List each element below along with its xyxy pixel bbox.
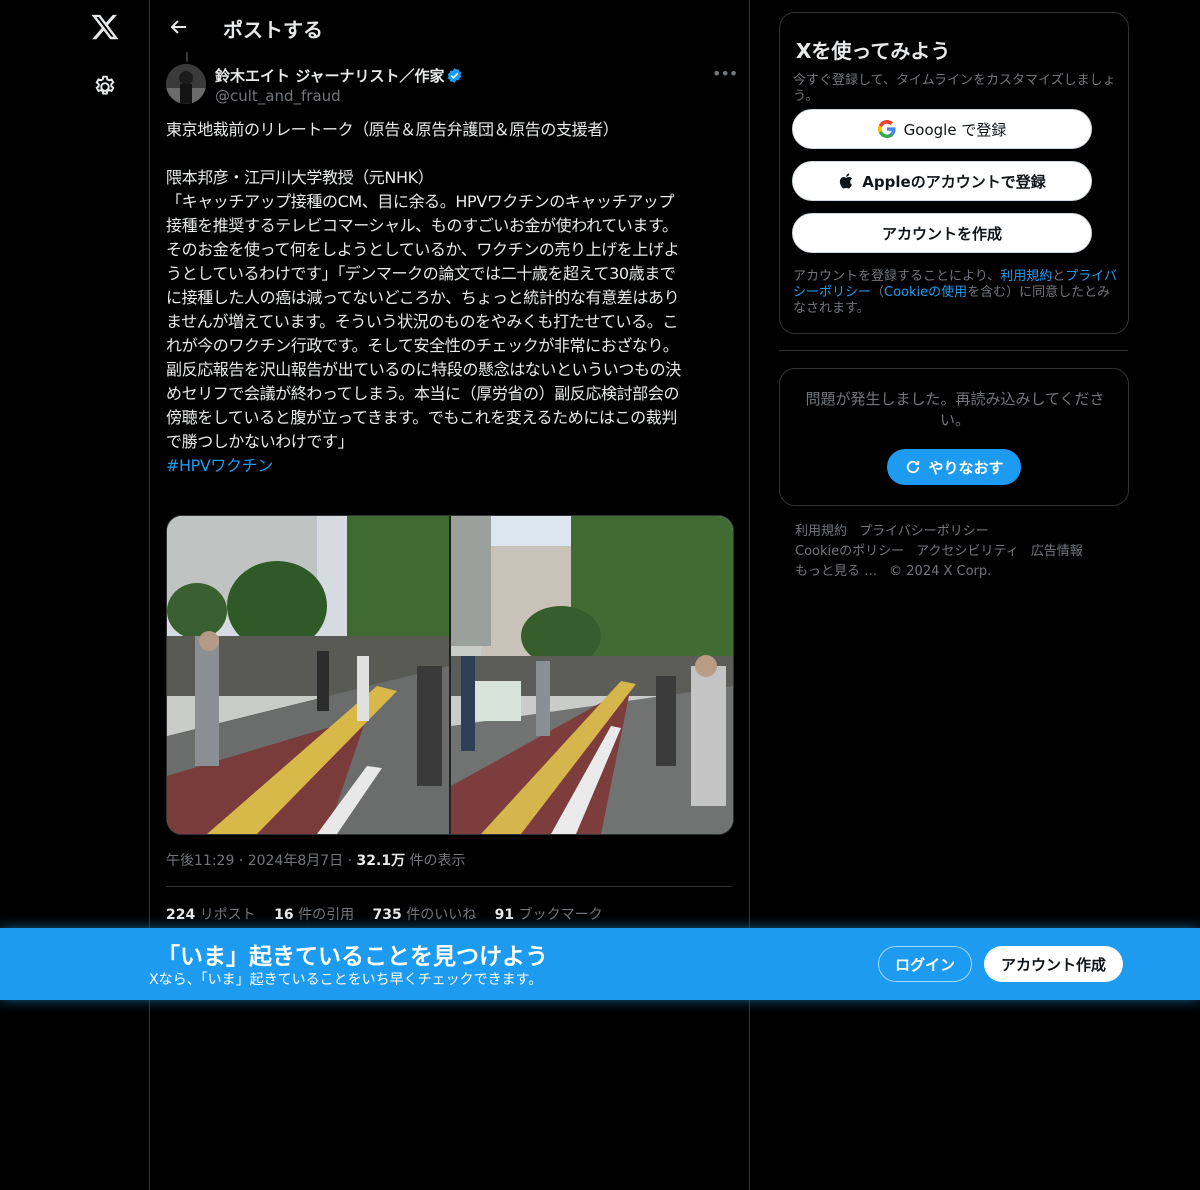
cookie-link[interactable]: Cookieの使用 — [884, 285, 967, 300]
back-arrow-icon[interactable] — [164, 12, 194, 42]
more-options-icon[interactable]: ••• — [712, 64, 738, 86]
retry-label: やりなおす — [928, 458, 1004, 477]
street-photo-1-image — [167, 516, 449, 834]
signup-subtitle: 今すぐ登録して、タイムラインをカスタマイズしましょう。 — [793, 73, 1116, 104]
post-photo-1[interactable] — [167, 516, 449, 834]
signup-title: Xを使ってみよう — [796, 39, 951, 63]
settings-gear-icon[interactable] — [92, 74, 118, 100]
post-meta: 午後11:29 · 2024年8月7日 · 32.1万 件の表示 — [166, 850, 466, 870]
banner-subtitle: Xなら、「いま」起きていることをいち早くチェックできます。 — [149, 972, 543, 988]
quotes-count: 16 — [274, 907, 294, 923]
post-body: 東京地裁前のリレートーク（原告＆原告弁護団＆原告の支援者） 隈本邦彦・江戸川大学… — [166, 120, 681, 451]
meta-dot: · — [347, 853, 357, 869]
apple-icon — [840, 173, 853, 189]
author-name[interactable]: 鈴木エイト ジャーナリスト／作家 — [215, 65, 444, 86]
google-signup-label: Google で登録 — [903, 120, 1007, 139]
author-handle[interactable]: @cult_and_fraud — [215, 87, 341, 105]
views-label: 件の表示 — [409, 853, 466, 869]
likes-count: 735 — [372, 907, 402, 923]
post-date[interactable]: 2024年8月7日 — [248, 853, 343, 869]
bookmarks-label: ブックマーク — [518, 907, 603, 923]
refresh-icon — [907, 460, 920, 474]
signup-banner: 「いま」起きていることを見つけよう Xなら、「いま」起きていることをいち早くチェ… — [0, 928, 1200, 1000]
terms-link[interactable]: 利用規約 — [1000, 269, 1052, 284]
error-message: 問題が発生しました。再読み込みしてください。 — [805, 390, 1105, 429]
x-logo-icon[interactable] — [90, 12, 120, 42]
street-photo-2-image — [451, 516, 733, 834]
footer-ads-link[interactable]: 広告情報 — [1031, 544, 1083, 559]
post-photo-2[interactable] — [451, 516, 733, 834]
avatar-image-icon — [166, 64, 206, 104]
reposts-count: 224 — [166, 907, 196, 923]
likes-stat[interactable]: 735 件のいいね — [373, 907, 477, 923]
quotes-label: 件の引用 — [298, 907, 355, 923]
terms-and: と — [1052, 269, 1066, 284]
bookmarks-count: 91 — [494, 907, 515, 923]
meta-dot: · — [238, 853, 248, 869]
footer-accessibility-link[interactable]: アクセシビリティ — [916, 544, 1019, 559]
create-account-label: アカウントを作成 — [881, 224, 1002, 243]
post-text: 東京地裁前のリレートーク（原告＆原告弁護団＆原告の支援者） 隈本邦彦・江戸川大学… — [166, 118, 732, 478]
signup-terms: アカウントを登録することにより、利用規約とプライバシーポリシー（Cookieの使… — [793, 269, 1118, 317]
left-nav — [0, 0, 150, 1190]
hashtag-link[interactable]: #HPVワクチン — [166, 456, 273, 475]
reposts-label: リポスト — [199, 907, 256, 923]
page-header: ポストする — [150, 0, 749, 54]
sidebar-separator — [779, 350, 1128, 351]
reposts-stat[interactable]: 224 リポスト — [166, 907, 256, 923]
footer-cookie-link[interactable]: Cookieのポリシー — [795, 544, 904, 559]
footer-terms-link[interactable]: 利用規約 — [795, 524, 847, 539]
login-button[interactable]: ログイン — [878, 946, 972, 982]
thread-line — [186, 52, 188, 62]
views-count: 32.1万 — [356, 853, 406, 869]
cookie-open: （ — [871, 285, 885, 300]
banner-create-account-button[interactable]: アカウント作成 — [984, 946, 1123, 982]
quotes-stat[interactable]: 16 件の引用 — [274, 907, 354, 923]
sidebar-footer: 利用規約 プライバシーポリシー Cookieのポリシー アクセシビリティ 広告情報 も… — [795, 522, 1115, 582]
main-column: ポストする 鈴木エイト ジャーナリスト／作家 @cult_and_fraud •… — [149, 0, 750, 1190]
footer-more-link[interactable]: もっと見る … — [795, 564, 877, 579]
signup-panel: Xを使ってみよう 今すぐ登録して、タイムラインをカスタマイズしましょう。 Goo… — [779, 12, 1129, 334]
stats-divider — [166, 886, 732, 887]
google-signup-button[interactable]: Google で登録 — [792, 109, 1092, 149]
banner-title: 「いま」起きていることを見つけよう — [157, 944, 548, 970]
footer-copyright: © 2024 X Corp. — [889, 564, 992, 579]
bookmarks-stat[interactable]: 91 ブックマーク — [495, 907, 603, 923]
post-stats: 224 リポスト 16 件の引用 735 件のいいね 91 ブックマーク — [166, 904, 617, 924]
create-account-button[interactable]: アカウントを作成 — [792, 213, 1092, 253]
post-media — [166, 515, 734, 835]
post-time[interactable]: 午後11:29 — [166, 853, 234, 869]
footer-privacy-link[interactable]: プライバシーポリシー — [859, 524, 989, 539]
apple-signup-label: Appleのアカウントで登録 — [862, 172, 1046, 191]
likes-label: 件のいいね — [406, 907, 477, 923]
author-avatar[interactable] — [166, 64, 206, 104]
retry-button[interactable]: やりなおす — [887, 449, 1021, 485]
apple-signup-button[interactable]: Appleのアカウントで登録 — [792, 161, 1092, 201]
google-icon — [877, 120, 896, 138]
error-panel: 問題が発生しました。再読み込みしてください。 やりなおす — [779, 368, 1129, 506]
page-title: ポストする — [223, 18, 323, 42]
terms-prefix: アカウントを登録することにより、 — [793, 269, 1001, 284]
verified-badge-icon — [447, 68, 462, 83]
